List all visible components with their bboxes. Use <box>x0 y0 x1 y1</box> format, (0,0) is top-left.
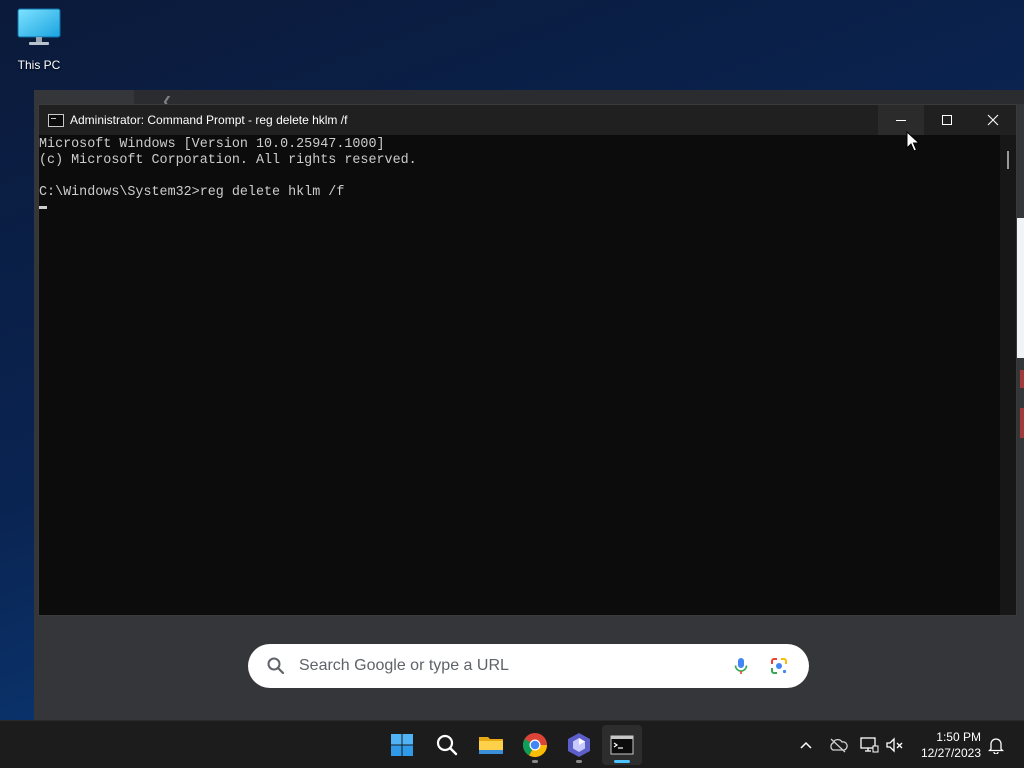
running-indicator <box>532 760 538 763</box>
clock-date: 12/27/2023 <box>920 746 981 760</box>
taskbar: 1:50 PM 12/27/2023 <box>0 720 1024 768</box>
onedrive-offline-icon <box>830 738 848 753</box>
taskbar-search-button[interactable] <box>427 725 467 765</box>
microphone-icon[interactable] <box>731 656 751 676</box>
minimize-icon <box>896 120 906 121</box>
desktop-icon-label: This PC <box>17 58 61 72</box>
text-cursor <box>39 206 47 209</box>
scrollbar[interactable] <box>1000 135 1016 615</box>
close-icon <box>987 114 999 126</box>
windows-start-icon <box>391 734 413 756</box>
browser-content-edge <box>1016 218 1024 358</box>
mouse-pointer-icon <box>906 131 920 152</box>
browser-toolbar <box>134 90 1024 104</box>
window-controls <box>878 105 1016 135</box>
hexagon-app-icon <box>568 733 590 757</box>
monitor-icon <box>17 8 61 45</box>
chrome-icon <box>522 733 547 758</box>
terminal-line: Microsoft Windows [Version 10.0.25947.10… <box>39 137 385 152</box>
desktop-icon-this-pc[interactable]: This PC <box>8 8 70 78</box>
notification-button[interactable] <box>986 735 1006 755</box>
volume-tray[interactable] <box>885 735 905 755</box>
chevron-up-icon <box>800 741 812 749</box>
maximize-button[interactable] <box>924 105 970 135</box>
taskbar-file-explorer[interactable] <box>471 725 511 765</box>
active-indicator <box>614 760 630 763</box>
running-indicator <box>576 760 582 763</box>
bell-icon <box>988 738 1004 754</box>
terminal-line: (c) Microsoft Corporation. All rights re… <box>39 153 417 168</box>
network-tray[interactable] <box>859 735 879 755</box>
terminal-icon <box>48 113 64 127</box>
terminal-output[interactable]: Microsoft Windows [Version 10.0.25947.10… <box>39 135 1000 615</box>
title-bar[interactable]: Administrator: Command Prompt - reg dele… <box>39 105 1016 135</box>
browser-content-edge-accent <box>1020 370 1024 388</box>
taskbar-clock[interactable]: 1:50 PM 12/27/2023 <box>921 729 981 761</box>
google-search-box[interactable]: Search Google or type a URL <box>248 644 809 688</box>
taskbar-chrome[interactable] <box>515 725 555 765</box>
search-icon <box>267 657 285 675</box>
onedrive-tray[interactable] <box>828 735 848 755</box>
search-icon <box>436 734 458 756</box>
clock-time: 1:50 PM <box>936 730 981 744</box>
volume-muted-icon <box>886 737 903 753</box>
terminal-line: C:\Windows\System32>reg delete hklm /f <box>39 185 345 200</box>
scrollbar-thumb[interactable] <box>1007 151 1009 169</box>
terminal-icon <box>610 735 634 755</box>
show-hidden-icons-button[interactable] <box>796 735 816 755</box>
search-placeholder[interactable]: Search Google or type a URL <box>299 657 731 675</box>
browser-content-edge-accent <box>1020 408 1024 438</box>
taskbar-app[interactable] <box>559 725 599 765</box>
maximize-icon <box>942 115 952 125</box>
taskbar-command-prompt[interactable] <box>602 725 642 765</box>
window-title: Administrator: Command Prompt - reg dele… <box>70 113 348 127</box>
folder-icon <box>479 737 503 754</box>
command-prompt-window[interactable]: Administrator: Command Prompt - reg dele… <box>38 104 1017 616</box>
taskbar-start-button[interactable] <box>382 725 422 765</box>
google-lens-icon[interactable] <box>769 656 789 676</box>
close-button[interactable] <box>970 105 1016 135</box>
network-icon <box>860 737 879 753</box>
